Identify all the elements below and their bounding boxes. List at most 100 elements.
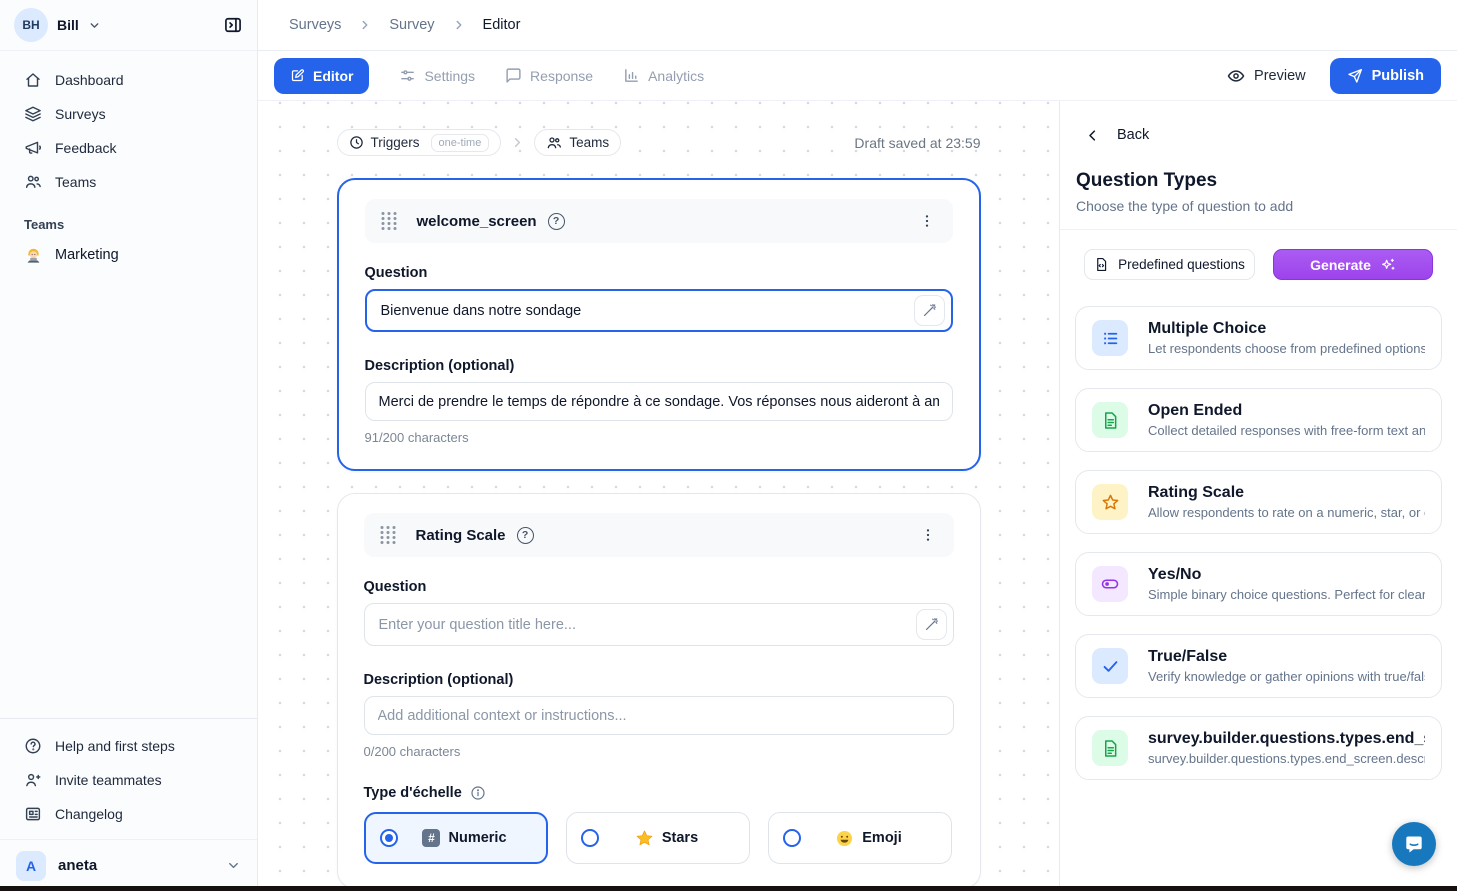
drag-handle-icon[interactable]	[375, 206, 403, 236]
chevron-right-icon	[452, 18, 466, 32]
sidebar-item-surveys[interactable]: Surveys	[0, 97, 257, 131]
kebab-menu-icon[interactable]	[915, 209, 939, 233]
help-circle-icon[interactable]: ?	[548, 213, 565, 230]
breadcrumb-survey[interactable]: Survey	[389, 17, 434, 33]
ai-rewrite-button[interactable]	[916, 609, 947, 640]
radio-unselected[interactable]	[581, 829, 599, 847]
sidebar-item-team-marketing[interactable]: Marketing	[0, 238, 257, 272]
drag-handle-icon[interactable]	[374, 520, 402, 550]
scale-option-label: Stars	[662, 830, 698, 846]
scale-option-numeric[interactable]: # Numeric	[364, 812, 548, 864]
sidebar-header: BH Bill	[0, 0, 257, 51]
type-description: Verify knowledge or gather opinions with…	[1148, 669, 1425, 684]
scale-type-options: # Numeric Stars	[364, 812, 954, 864]
question-type-end-screen[interactable]: survey.builder.questions.types.end_scr..…	[1075, 716, 1442, 780]
scale-option-stars[interactable]: Stars	[566, 812, 750, 864]
avatar: BH	[14, 8, 48, 42]
description-label: Description (optional)	[365, 358, 953, 374]
back-label: Back	[1117, 127, 1149, 143]
question-input[interactable]	[379, 617, 916, 633]
message-icon	[505, 67, 522, 84]
sidebar-item-dashboard[interactable]: Dashboard	[0, 63, 257, 97]
scale-option-label: Emoji	[862, 830, 901, 846]
breadcrumb-editor: Editor	[483, 17, 521, 33]
help-circle-icon[interactable]: ?	[517, 527, 534, 544]
bar-chart-icon	[623, 67, 640, 84]
chevron-right-icon	[510, 135, 525, 150]
question-card-rating-scale[interactable]: Rating Scale ? Question Description (o	[337, 493, 981, 889]
sidebar-item-label: Surveys	[55, 106, 106, 122]
sidebar-item-invite[interactable]: Invite teammates	[0, 763, 257, 797]
tab-analytics[interactable]: Analytics	[623, 67, 704, 84]
sidebar-item-label: Dashboard	[55, 72, 124, 88]
window-bottom-edge	[0, 886, 1457, 891]
chat-launcher-button[interactable]	[1392, 822, 1436, 866]
question-input[interactable]	[381, 303, 914, 319]
teams-chip-label: Teams	[569, 135, 609, 150]
predefined-questions-button[interactable]: Predefined questions	[1084, 249, 1255, 280]
question-card-header: welcome_screen ?	[365, 199, 953, 243]
chevron-down-icon	[226, 858, 241, 873]
question-type-yes-no[interactable]: Yes/No Simple binary choice questions. P…	[1075, 552, 1442, 616]
tab-editor[interactable]: Editor	[274, 58, 369, 94]
org-switcher[interactable]: A aneta	[0, 839, 257, 891]
question-card-title: Rating Scale	[416, 527, 506, 544]
triggers-label: Triggers	[371, 135, 420, 150]
user-menu[interactable]: BH Bill	[14, 8, 101, 42]
technologist-emoji-icon	[24, 246, 43, 265]
scale-option-label: Numeric	[448, 830, 506, 846]
info-icon[interactable]	[470, 785, 486, 801]
sidebar-item-help[interactable]: Help and first steps	[0, 729, 257, 763]
tab-label: Editor	[313, 68, 353, 84]
editor-toolbar: Editor Settings Response Analytics Previ…	[258, 51, 1457, 101]
teams-section-heading: Teams	[0, 199, 257, 238]
question-type-open-ended[interactable]: Open Ended Collect detailed responses wi…	[1075, 388, 1442, 452]
question-type-rating-scale[interactable]: Rating Scale Allow respondents to rate o…	[1075, 470, 1442, 534]
question-card-welcome-screen[interactable]: welcome_screen ? Question Description	[337, 178, 981, 471]
preview-label: Preview	[1254, 68, 1306, 84]
description-input[interactable]	[379, 394, 939, 410]
back-button[interactable]: Back	[1075, 127, 1442, 143]
tab-settings[interactable]: Settings	[399, 67, 475, 84]
publish-label: Publish	[1372, 68, 1424, 84]
newspaper-icon	[24, 805, 42, 823]
question-input-wrapper	[364, 603, 954, 646]
sidebar-item-feedback[interactable]: Feedback	[0, 131, 257, 165]
layers-icon	[24, 105, 42, 123]
tab-label: Analytics	[648, 68, 704, 84]
type-description: Allow respondents to rate on a numeric, …	[1148, 505, 1425, 520]
home-icon	[24, 71, 42, 89]
publish-button[interactable]: Publish	[1330, 58, 1441, 94]
breadcrumb-surveys[interactable]: Surveys	[289, 17, 341, 33]
tab-label: Settings	[424, 68, 475, 84]
triggers-chip[interactable]: Triggers one-time	[337, 129, 502, 156]
user-plus-icon	[24, 771, 42, 789]
sidebar-item-changelog[interactable]: Changelog	[0, 797, 257, 831]
radio-unselected[interactable]	[783, 829, 801, 847]
question-type-true-false[interactable]: True/False Verify knowledge or gather op…	[1075, 634, 1442, 698]
preview-button[interactable]: Preview	[1227, 67, 1306, 85]
question-card-header: Rating Scale ?	[364, 513, 954, 557]
file-text-icon	[1101, 739, 1120, 758]
sidebar-item-teams[interactable]: Teams	[0, 165, 257, 199]
scale-type-label-text: Type d'échelle	[364, 785, 462, 801]
users-icon	[24, 173, 42, 191]
chevron-right-icon	[358, 18, 372, 32]
description-label: Description (optional)	[364, 672, 954, 688]
description-input[interactable]	[378, 708, 940, 724]
clock-icon	[349, 135, 364, 150]
teams-chip[interactable]: Teams	[534, 129, 621, 156]
radio-selected[interactable]	[380, 829, 398, 847]
help-circle-icon	[24, 737, 42, 755]
sidebar-collapse-button[interactable]	[223, 15, 243, 35]
kebab-menu-icon[interactable]	[916, 523, 940, 547]
question-type-multiple-choice[interactable]: Multiple Choice Let respondents choose f…	[1075, 306, 1442, 370]
tab-response[interactable]: Response	[505, 67, 593, 84]
sidebar-item-label: Changelog	[55, 806, 123, 822]
predefined-label: Predefined questions	[1118, 257, 1245, 272]
generate-button[interactable]: Generate	[1273, 249, 1433, 280]
scale-option-emoji[interactable]: Emoji	[768, 812, 952, 864]
ai-rewrite-button[interactable]	[914, 295, 945, 326]
file-code-icon	[1094, 257, 1109, 272]
sidebar-item-label: Invite teammates	[55, 772, 162, 788]
